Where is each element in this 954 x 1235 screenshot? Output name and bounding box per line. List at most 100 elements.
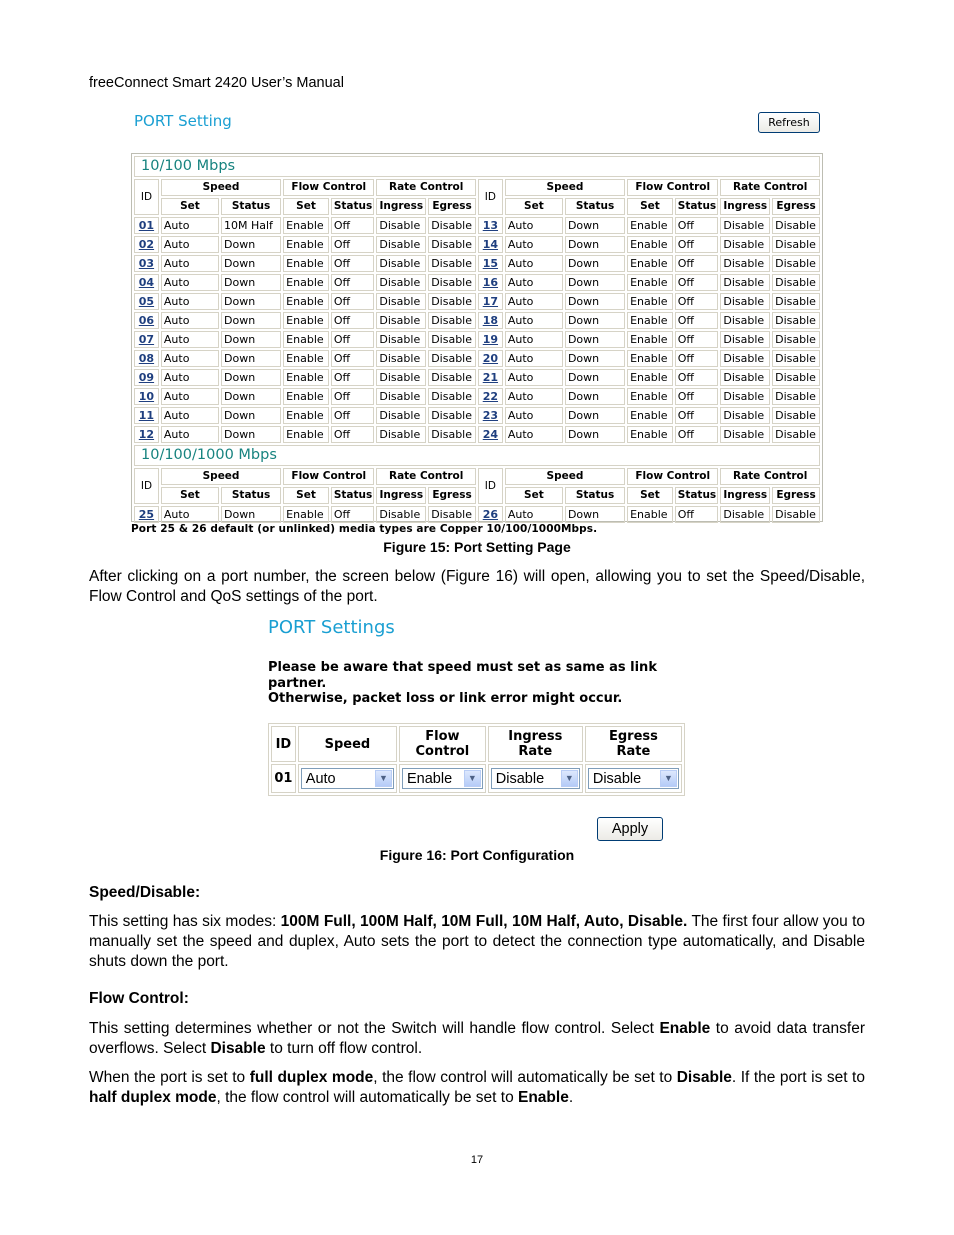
- fc-set-cell: Enable: [627, 331, 673, 348]
- port-link[interactable]: 20: [483, 352, 498, 365]
- port-link[interactable]: 07: [139, 333, 154, 346]
- port-link[interactable]: 16: [483, 276, 498, 289]
- ingress-cell: Disable: [720, 236, 771, 253]
- port-link[interactable]: 02: [139, 238, 154, 251]
- ingress-cell: Disable: [376, 293, 427, 310]
- speed-status-cell: Down: [564, 426, 626, 443]
- chevron-down-icon[interactable]: ▼: [560, 770, 578, 787]
- port-link[interactable]: 11: [139, 409, 154, 422]
- port-link[interactable]: 05: [139, 295, 154, 308]
- speed-set-cell: Auto: [160, 388, 219, 405]
- chevron-down-icon[interactable]: ▼: [463, 770, 481, 787]
- port-link[interactable]: 03: [139, 257, 154, 270]
- fc-set-cell: Enable: [283, 407, 329, 424]
- fc-status-cell: Off: [674, 331, 719, 348]
- port-link[interactable]: 21: [483, 371, 498, 384]
- port-link[interactable]: 13: [483, 219, 498, 232]
- table-row: 11 Auto Down Enable Off Disable Disable 23 Auto D…: [134, 407, 820, 424]
- speed-status-cell: Down: [221, 407, 282, 424]
- flow-section-paragraph-1: This setting determines whether or not t…: [89, 1019, 865, 1059]
- port-link[interactable]: 12: [139, 428, 154, 441]
- port-config-table: ID Speed Flow Control Ingress Rate Egres…: [269, 724, 684, 795]
- flow-control-select[interactable]: Enable ▼: [401, 768, 483, 789]
- fc-status-cell: Off: [674, 506, 719, 523]
- refresh-button[interactable]: Refresh: [758, 112, 820, 133]
- speed-status-cell: Down: [564, 312, 626, 329]
- emphasis: Disable: [676, 1069, 732, 1086]
- text: .: [568, 1089, 574, 1106]
- ingress-cell: Disable: [376, 331, 427, 348]
- ingress-cell: Disable: [720, 369, 771, 386]
- speed-set-cell: Auto: [504, 350, 563, 367]
- fc-status-cell: Off: [330, 407, 375, 424]
- port-link[interactable]: 26: [483, 508, 498, 521]
- header-egress-rate: Egress Rate: [584, 726, 682, 762]
- header-speed: Speed: [160, 179, 282, 196]
- flow-control-select-value: Enable: [406, 770, 453, 787]
- ingress-cell: Disable: [720, 407, 771, 424]
- header-id: ID: [134, 468, 159, 504]
- fc-set-cell: Enable: [283, 293, 329, 310]
- apply-button[interactable]: Apply: [597, 817, 663, 841]
- speed-status-cell: Down: [221, 274, 282, 291]
- header-fc-set: Set: [627, 487, 673, 504]
- modes-list: 100M Full, 100M Half, 10M Full, 10M Half…: [280, 913, 688, 930]
- port-link[interactable]: 06: [139, 314, 154, 327]
- port-link[interactable]: 18: [483, 314, 498, 327]
- chevron-down-icon[interactable]: ▼: [660, 770, 677, 787]
- header-fc-set: Set: [627, 198, 673, 215]
- header-speed-status: Status: [221, 198, 282, 215]
- ingress-cell: Disable: [376, 388, 427, 405]
- emphasis: Disable: [210, 1040, 266, 1057]
- ingress-rate-select[interactable]: Disable ▼: [490, 768, 580, 789]
- port-link[interactable]: 19: [483, 333, 498, 346]
- table-row: 01 Auto 10M Half Enable Off Disable Disable 13 A…: [134, 217, 820, 234]
- ingress-cell: Disable: [376, 426, 427, 443]
- port-link[interactable]: 09: [139, 371, 154, 384]
- port-link[interactable]: 24: [483, 428, 498, 441]
- port-link[interactable]: 01: [139, 219, 154, 232]
- port-link[interactable]: 14: [483, 238, 498, 251]
- text: This setting determines whether or not t…: [89, 1020, 660, 1037]
- fc-status-cell: Off: [330, 350, 375, 367]
- table-row: 06 Auto Down Enable Off Disable Disable 18 Auto D…: [134, 312, 820, 329]
- header-egress: Egress: [772, 487, 820, 504]
- port-link[interactable]: 08: [139, 352, 154, 365]
- document-header: freeConnect Smart 2420 User’s Manual: [89, 75, 344, 91]
- speed-select[interactable]: Auto ▼: [300, 768, 394, 789]
- port-id-cell: 01: [271, 764, 296, 793]
- port-id-cell: 06: [134, 312, 159, 329]
- port-link[interactable]: 15: [483, 257, 498, 270]
- table-row: 02 Auto Down Enable Off Disable Disable 14 Auto D…: [134, 236, 820, 253]
- port-link[interactable]: 17: [483, 295, 498, 308]
- port-link[interactable]: 23: [483, 409, 498, 422]
- page-number: 17: [470, 1154, 484, 1166]
- fc-set-cell: Enable: [627, 506, 673, 523]
- egress-rate-select[interactable]: Disable ▼: [587, 768, 679, 789]
- port-link[interactable]: 10: [139, 390, 154, 403]
- ingress-cell: Disable: [720, 331, 771, 348]
- fc-set-cell: Enable: [627, 312, 673, 329]
- speed-status-cell: Down: [564, 255, 626, 272]
- fc-set-cell: Enable: [627, 350, 673, 367]
- speed-set-cell: Auto: [504, 426, 563, 443]
- fc-set-cell: Enable: [627, 369, 673, 386]
- fc-set-cell: Enable: [283, 426, 329, 443]
- port-link[interactable]: 04: [139, 276, 154, 289]
- port-link[interactable]: 22: [483, 390, 498, 403]
- header-speed-status: Status: [221, 487, 282, 504]
- egress-cell: Disable: [772, 274, 820, 291]
- fc-status-cell: Off: [330, 217, 375, 234]
- fc-set-cell: Enable: [627, 217, 673, 234]
- egress-cell: Disable: [428, 331, 476, 348]
- fc-status-cell: Off: [674, 255, 719, 272]
- speed-set-cell: Auto: [160, 236, 219, 253]
- egress-cell: Disable: [428, 293, 476, 310]
- chevron-down-icon[interactable]: ▼: [374, 770, 392, 787]
- port-link[interactable]: 25: [139, 508, 154, 521]
- speed-status-cell: Down: [221, 426, 282, 443]
- port-id-cell: 26: [477, 506, 503, 523]
- ingress-cell: Disable: [376, 217, 427, 234]
- fc-set-cell: Enable: [283, 388, 329, 405]
- port-id-cell: 11: [134, 407, 159, 424]
